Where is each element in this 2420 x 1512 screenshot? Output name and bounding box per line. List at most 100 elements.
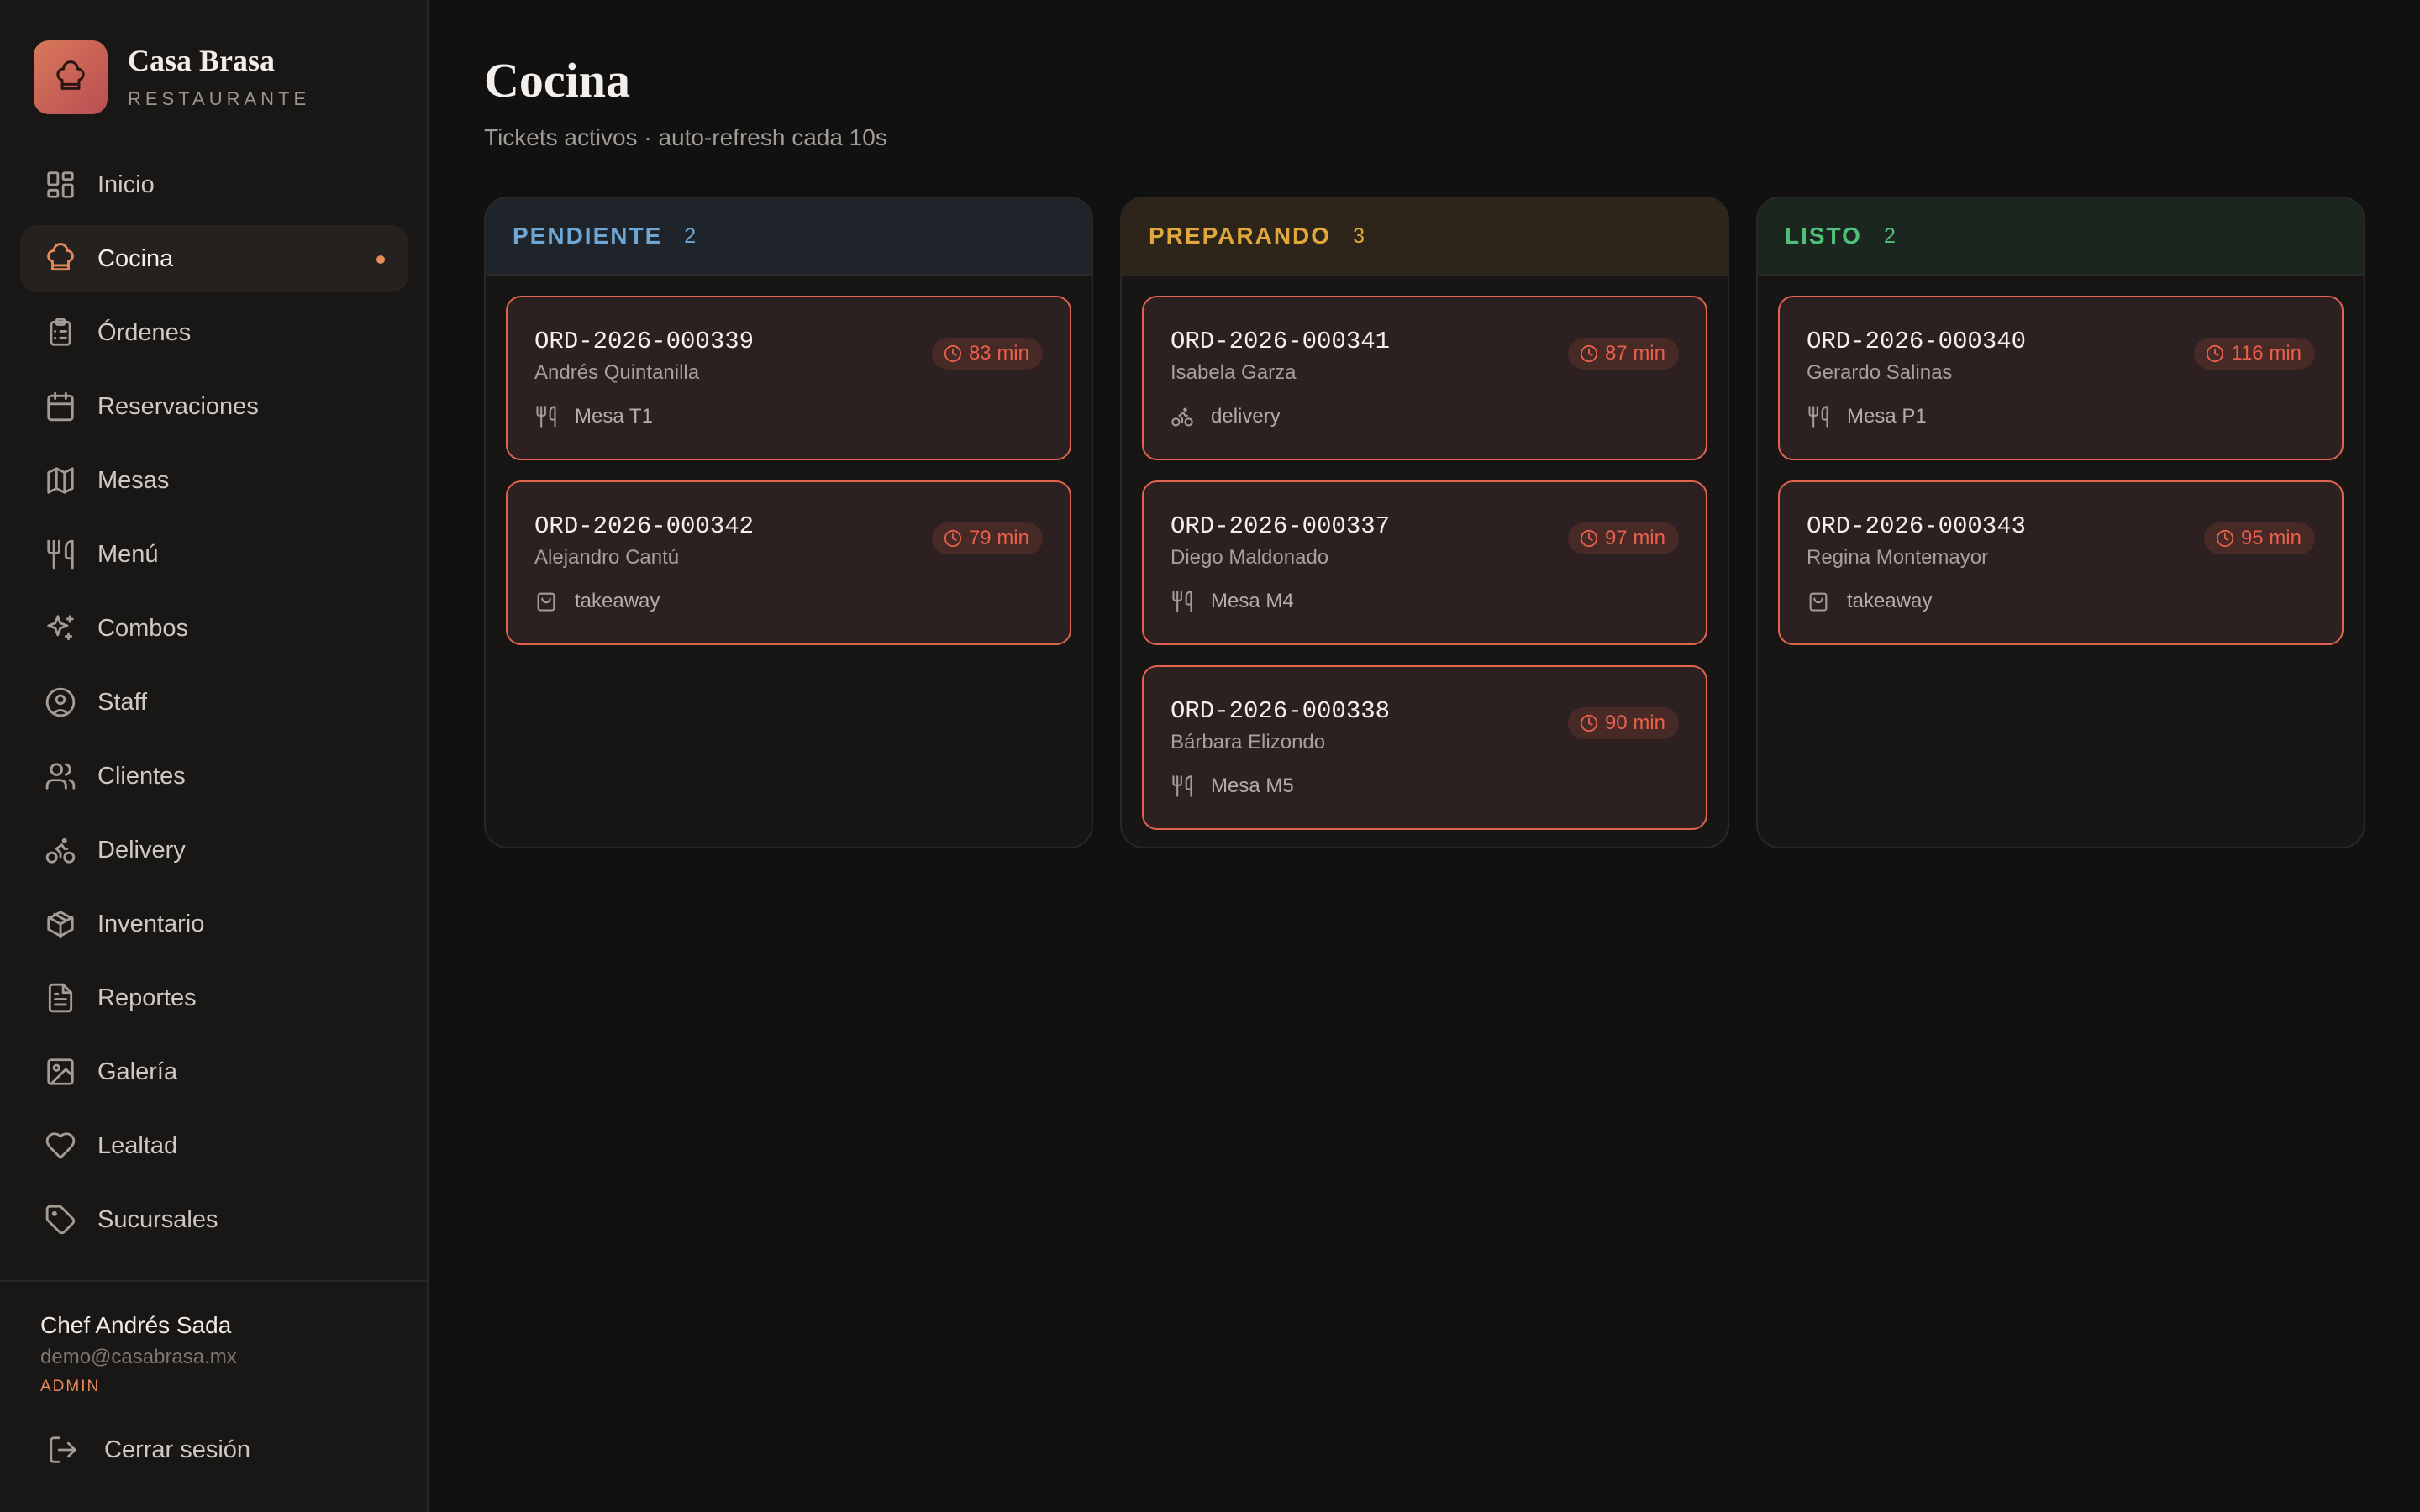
sidebar-item-label: Menú — [97, 540, 159, 568]
ticket-client: Diego Maldonado — [1171, 546, 1329, 569]
ticket-client: Gerardo Salinas — [1807, 361, 1953, 384]
timer-label: 97 min — [1604, 527, 1665, 549]
sidebar-item-menu[interactable]: Menú — [20, 521, 408, 588]
user-name: Chef Andrés Sada — [40, 1312, 232, 1338]
clock-icon — [944, 344, 962, 363]
sidebar-item-label: Mesas — [97, 466, 170, 494]
chef-hat-logo-icon — [34, 40, 108, 114]
timer-label: 95 min — [2240, 527, 2302, 549]
user-email: demo@casabrasa.mx — [40, 1346, 237, 1368]
sparkles-icon — [44, 612, 77, 645]
brand-name: Casa Brasa — [128, 44, 276, 78]
ticket-meta: takeaway — [1807, 590, 1932, 613]
logout-label: Cerrar sesión — [104, 1436, 251, 1463]
timer-badge: 95 min — [2203, 522, 2315, 554]
tag-icon — [44, 1203, 77, 1236]
timer-label: 90 min — [1604, 711, 1665, 734]
sidebar-item-ordenes[interactable]: Órdenes — [20, 299, 408, 366]
brand[interactable]: Casa Brasa RESTAURANTE — [34, 40, 310, 114]
clock-icon — [1580, 529, 1598, 548]
timer-badge: 83 min — [931, 338, 1043, 370]
sidebar-item-label: Reportes — [97, 984, 197, 1011]
sidebar-item-mesas[interactable]: Mesas — [20, 447, 408, 514]
ticket-meta-label: Mesa M5 — [1211, 774, 1294, 797]
ticket-card[interactable]: ORD-2026-000340 Gerardo Salinas Mesa P1 … — [1778, 296, 2344, 460]
users-icon — [44, 759, 77, 793]
clock-icon — [944, 529, 962, 548]
ticket-card[interactable]: ORD-2026-000342 Alejandro Cantú takeaway… — [506, 480, 1071, 645]
ticket-client: Regina Montemayor — [1807, 546, 1989, 569]
ticket-meta-label: Mesa M4 — [1211, 590, 1294, 612]
ticket-id: ORD-2026-000338 — [1171, 697, 1391, 725]
timer-badge: 90 min — [1567, 707, 1679, 739]
column-header: PREPARANDO 3 — [1122, 198, 1728, 276]
sidebar-item-inventario[interactable]: Inventario — [20, 890, 408, 958]
ticket-card[interactable]: ORD-2026-000343 Regina Montemayor takeaw… — [1778, 480, 2344, 645]
sidebar-item-galeria[interactable]: Galería — [20, 1038, 408, 1105]
page-title: Cocina — [484, 53, 630, 108]
sidebar-item-inicio[interactable]: Inicio — [20, 151, 408, 218]
sidebar-item-cocina[interactable]: Cocina — [20, 225, 408, 292]
ticket-meta: delivery — [1171, 405, 1281, 428]
sidebar-item-combos[interactable]: Combos — [20, 595, 408, 662]
sidebar-item-label: Delivery — [97, 836, 186, 864]
ticket-meta: Mesa M4 — [1171, 590, 1294, 613]
ticket-client: Andrés Quintanilla — [534, 361, 700, 384]
active-indicator-dot — [376, 255, 385, 264]
ticket-meta: takeaway — [534, 590, 660, 613]
ticket-card[interactable]: ORD-2026-000337 Diego Maldonado Mesa M4 … — [1142, 480, 1707, 645]
sidebar-item-label: Inicio — [97, 171, 155, 198]
ticket-client: Bárbara Elizondo — [1171, 731, 1326, 753]
clock-icon — [2206, 344, 2224, 363]
sidebar-item-label: Lealtad — [97, 1131, 178, 1159]
sidebar-nav: Inicio Cocina Órdenes Reservaciones Mesa… — [20, 151, 408, 1260]
sidebar-item-delivery[interactable]: Delivery — [20, 816, 408, 884]
sidebar-item-label: Cocina — [97, 244, 174, 272]
sidebar-item-staff[interactable]: Staff — [20, 669, 408, 736]
ticket-id: ORD-2026-000339 — [534, 328, 755, 355]
sidebar-item-label: Sucursales — [97, 1205, 218, 1233]
user-circle-icon — [44, 685, 77, 719]
column-count: 2 — [1883, 223, 1896, 248]
ticket-meta: Mesa T1 — [534, 405, 653, 428]
column-title: PENDIENTE — [513, 223, 663, 249]
timer-badge: 87 min — [1567, 338, 1679, 370]
bike-icon — [1171, 405, 1194, 428]
ticket-client: Isabela Garza — [1171, 361, 1297, 384]
brand-subtitle: RESTAURANTE — [128, 87, 311, 109]
ticket-id: ORD-2026-000340 — [1807, 328, 2027, 355]
sidebar-item-label: Combos — [97, 614, 188, 642]
chef-hat-icon — [44, 242, 77, 276]
page-subtitle: Tickets activos · auto-refresh cada 10s — [484, 124, 887, 150]
sidebar-item-sucursales[interactable]: Sucursales — [20, 1186, 408, 1253]
ticket-card[interactable]: ORD-2026-000338 Bárbara Elizondo Mesa M5… — [1142, 665, 1707, 830]
user-panel: Chef Andrés Sada demo@casabrasa.mx ADMIN… — [0, 1280, 427, 1512]
column-count: 2 — [684, 223, 697, 248]
utensils-icon — [534, 405, 558, 428]
clipboard-icon — [44, 316, 77, 349]
sidebar: Casa Brasa RESTAURANTE Inicio Cocina Órd… — [0, 0, 429, 1512]
column-header: PENDIENTE 2 — [486, 198, 1092, 276]
ticket-meta-label: delivery — [1211, 405, 1281, 428]
timer-badge: 116 min — [2194, 338, 2315, 370]
logout-button[interactable]: Cerrar sesión — [47, 1416, 250, 1483]
package-icon — [44, 907, 77, 941]
sidebar-item-lealtad[interactable]: Lealtad — [20, 1112, 408, 1179]
sidebar-item-reportes[interactable]: Reportes — [20, 964, 408, 1032]
ticket-id: ORD-2026-000342 — [534, 512, 755, 540]
sidebar-item-label: Órdenes — [97, 318, 192, 346]
sidebar-item-reservaciones[interactable]: Reservaciones — [20, 373, 408, 440]
ticket-card[interactable]: ORD-2026-000341 Isabela Garza delivery 8… — [1142, 296, 1707, 460]
sidebar-item-clientes[interactable]: Clientes — [20, 743, 408, 810]
ticket-client: Alejandro Cantú — [534, 546, 680, 569]
file-text-icon — [44, 981, 77, 1015]
sidebar-item-label: Inventario — [97, 910, 205, 937]
ticket-card[interactable]: ORD-2026-000339 Andrés Quintanilla Mesa … — [506, 296, 1071, 460]
column-preparando: PREPARANDO 3 ORD-2026-000341 Isabela Gar… — [1120, 197, 1729, 848]
ticket-meta: Mesa P1 — [1807, 405, 1927, 428]
column-pendiente: PENDIENTE 2 ORD-2026-000339 Andrés Quint… — [484, 197, 1093, 848]
timer-badge: 79 min — [931, 522, 1043, 554]
ticket-id: ORD-2026-000337 — [1171, 512, 1391, 540]
bag-icon — [534, 590, 558, 613]
timer-label: 87 min — [1604, 342, 1665, 365]
